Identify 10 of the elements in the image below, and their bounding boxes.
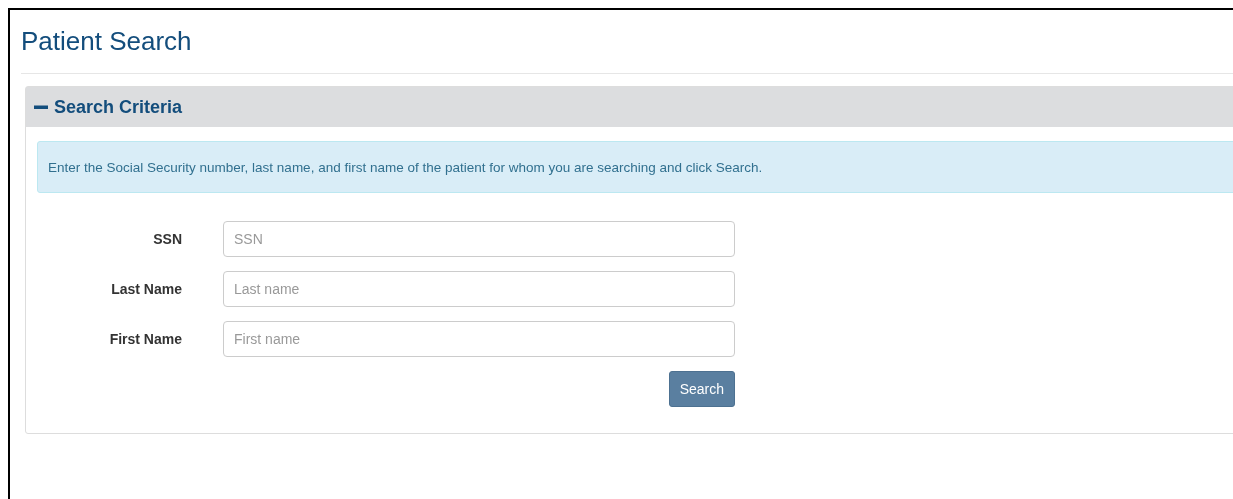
input-field[interactable]: SSN xyxy=(223,221,735,257)
input-field[interactable]: First name xyxy=(223,321,735,357)
search-button[interactable]: Search xyxy=(668,371,735,407)
page-title: Patient Search xyxy=(21,25,193,57)
input-field[interactable]: Last name xyxy=(223,271,735,307)
field-label: Last Name xyxy=(110,281,182,297)
panel-header[interactable]: Search Criteria xyxy=(26,87,1233,127)
field-label: First Name xyxy=(108,331,182,347)
field-label: SSN xyxy=(152,231,182,247)
info-message: Enter the Social Security number, last name, and first name of the patient for whom you are searching and click Search. xyxy=(37,141,1233,193)
